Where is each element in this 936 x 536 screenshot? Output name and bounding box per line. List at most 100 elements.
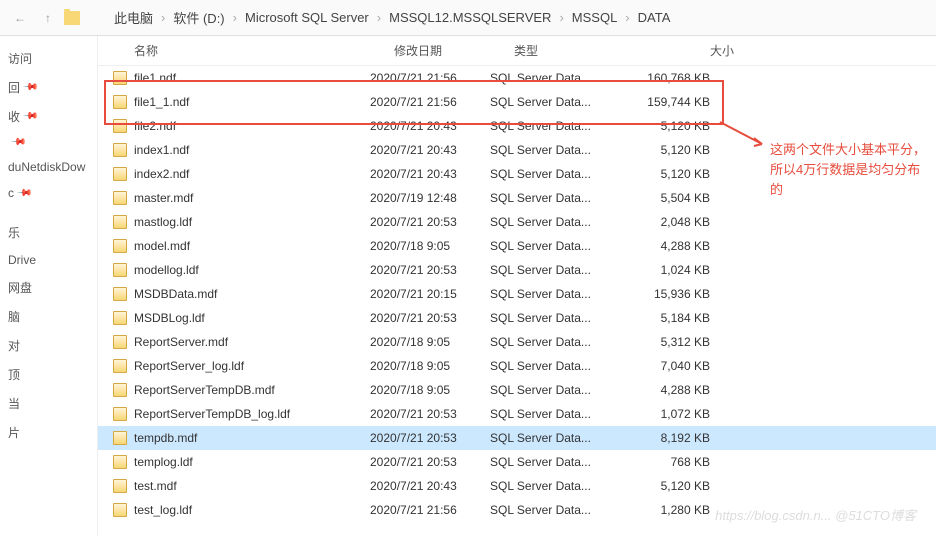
- file-row[interactable]: test.mdf2020/7/21 20:43SQL Server Data..…: [98, 474, 936, 498]
- breadcrumb-segment[interactable]: 此电脑: [114, 8, 153, 27]
- database-file-icon: [110, 358, 130, 374]
- file-row[interactable]: modellog.ldf2020/7/21 20:53SQL Server Da…: [98, 258, 936, 282]
- file-name: ReportServer.mdf: [134, 335, 228, 349]
- sidebar-item[interactable]: 回📌: [0, 73, 97, 102]
- file-size: 5,184 KB: [620, 311, 710, 325]
- sidebar: 访问回📌收📌📌duNetdiskDowc📌乐Drive网盘脑对顶当片: [0, 36, 98, 536]
- file-name-cell: ReportServerTempDB_log.ldf: [110, 406, 370, 422]
- file-row[interactable]: ReportServer.mdf2020/7/18 9:05SQL Server…: [98, 330, 936, 354]
- file-type: SQL Server Data...: [490, 287, 620, 301]
- file-row[interactable]: ReportServer_log.ldf2020/7/18 9:05SQL Se…: [98, 354, 936, 378]
- file-name: ReportServerTempDB_log.ldf: [134, 407, 290, 421]
- file-name: MSDBData.mdf: [134, 287, 217, 301]
- file-row[interactable]: templog.ldf2020/7/21 20:53SQL Server Dat…: [98, 450, 936, 474]
- sidebar-item[interactable]: 当: [0, 389, 97, 418]
- sidebar-item-label: 片: [8, 424, 20, 441]
- file-date: 2020/7/21 21:56: [370, 95, 490, 109]
- sidebar-item[interactable]: [0, 206, 97, 218]
- watermark: https://blog.csdn.n... @51CTO博客: [715, 505, 916, 524]
- file-row[interactable]: file1.ndf2020/7/21 21:56SQL Server Data.…: [98, 66, 936, 90]
- database-file-icon: [110, 406, 130, 422]
- sidebar-item[interactable]: 收📌: [0, 102, 97, 131]
- sidebar-item[interactable]: duNetdiskDow: [0, 154, 97, 180]
- file-row[interactable]: MSDBData.mdf2020/7/21 20:15SQL Server Da…: [98, 282, 936, 306]
- file-row[interactable]: tempdb.mdf2020/7/21 20:53SQL Server Data…: [98, 426, 936, 450]
- file-name: index2.ndf: [134, 167, 189, 181]
- file-date: 2020/7/21 21:56: [370, 503, 490, 517]
- breadcrumb-segment[interactable]: Microsoft SQL Server: [245, 10, 369, 25]
- pin-icon: 📌: [10, 134, 27, 151]
- file-name: file2.ndf: [134, 119, 176, 133]
- file-row[interactable]: ReportServerTempDB_log.ldf2020/7/21 20:5…: [98, 402, 936, 426]
- breadcrumb[interactable]: 此电脑›软件 (D:)›Microsoft SQL Server›MSSQL12…: [114, 8, 670, 27]
- file-size: 5,120 KB: [620, 143, 710, 157]
- header-size[interactable]: 大小: [644, 42, 734, 59]
- file-name-cell: templog.ldf: [110, 454, 370, 470]
- file-row[interactable]: mastlog.ldf2020/7/21 20:53SQL Server Dat…: [98, 210, 936, 234]
- file-size: 1,072 KB: [620, 407, 710, 421]
- file-name: ReportServer_log.ldf: [134, 359, 244, 373]
- sidebar-item-label: 乐: [8, 224, 20, 241]
- sidebar-item[interactable]: 片: [0, 418, 97, 447]
- sidebar-item-label: 顶: [8, 366, 20, 383]
- file-name: index1.ndf: [134, 143, 189, 157]
- database-file-icon: [110, 382, 130, 398]
- file-type: SQL Server Data...: [490, 383, 620, 397]
- file-name-cell: MSDBData.mdf: [110, 286, 370, 302]
- sidebar-item[interactable]: 对: [0, 331, 97, 360]
- file-name: master.mdf: [134, 191, 193, 205]
- database-file-icon: [110, 190, 130, 206]
- sidebar-item[interactable]: 访问: [0, 44, 97, 73]
- sidebar-item-label: 当: [8, 395, 20, 412]
- breadcrumb-segment[interactable]: 软件 (D:): [173, 8, 224, 27]
- file-name-cell: index1.ndf: [110, 142, 370, 158]
- file-name-cell: tempdb.mdf: [110, 430, 370, 446]
- file-name-cell: test_log.ldf: [110, 502, 370, 518]
- file-size: 5,120 KB: [620, 479, 710, 493]
- up-button[interactable]: ↑: [36, 6, 60, 30]
- breadcrumb-segment[interactable]: MSSQL12.MSSQLSERVER: [389, 10, 551, 25]
- file-type: SQL Server Data...: [490, 479, 620, 493]
- database-file-icon: [110, 478, 130, 494]
- header-name[interactable]: 名称: [134, 42, 394, 59]
- database-file-icon: [110, 238, 130, 254]
- file-name-cell: model.mdf: [110, 238, 370, 254]
- back-button[interactable]: ←: [8, 6, 32, 30]
- header-type[interactable]: 类型: [514, 42, 644, 59]
- chevron-right-icon: ›: [161, 10, 165, 25]
- file-size: 768 KB: [620, 455, 710, 469]
- chevron-right-icon: ›: [559, 10, 563, 25]
- file-row[interactable]: file2.ndf2020/7/21 20:43SQL Server Data.…: [98, 114, 936, 138]
- breadcrumb-segment[interactable]: MSSQL: [572, 10, 618, 25]
- sidebar-item[interactable]: 网盘: [0, 273, 97, 302]
- sidebar-item[interactable]: 📌: [0, 131, 97, 154]
- header-date[interactable]: 修改日期: [394, 42, 514, 59]
- annotation-text: 这两个文件大小基本平分，所以4万行数据是均匀分布的: [770, 140, 930, 200]
- sidebar-item[interactable]: c📌: [0, 180, 97, 206]
- file-size: 4,288 KB: [620, 239, 710, 253]
- file-type: SQL Server Data...: [490, 335, 620, 349]
- sidebar-item[interactable]: 乐: [0, 218, 97, 247]
- sidebar-item[interactable]: 顶: [0, 360, 97, 389]
- file-row[interactable]: file1_1.ndf2020/7/21 21:56SQL Server Dat…: [98, 90, 936, 114]
- file-type: SQL Server Data...: [490, 407, 620, 421]
- pin-icon: 📌: [22, 108, 39, 125]
- file-size: 1,280 KB: [620, 503, 710, 517]
- column-headers[interactable]: 名称 修改日期 类型 大小: [98, 36, 936, 66]
- file-date: 2020/7/21 20:43: [370, 479, 490, 493]
- sidebar-item[interactable]: 脑: [0, 302, 97, 331]
- sidebar-item-label: 访问: [8, 50, 32, 67]
- file-name-cell: ReportServer.mdf: [110, 334, 370, 350]
- file-row[interactable]: model.mdf2020/7/18 9:05SQL Server Data..…: [98, 234, 936, 258]
- file-size: 1,024 KB: [620, 263, 710, 277]
- file-size: 5,504 KB: [620, 191, 710, 205]
- file-date: 2020/7/19 12:48: [370, 191, 490, 205]
- file-row[interactable]: MSDBLog.ldf2020/7/21 20:53SQL Server Dat…: [98, 306, 936, 330]
- database-file-icon: [110, 70, 130, 86]
- file-date: 2020/7/21 20:53: [370, 263, 490, 277]
- file-row[interactable]: ReportServerTempDB.mdf2020/7/18 9:05SQL …: [98, 378, 936, 402]
- sidebar-item[interactable]: Drive: [0, 247, 97, 273]
- sidebar-item-label: duNetdiskDow: [8, 160, 85, 174]
- file-date: 2020/7/21 20:43: [370, 167, 490, 181]
- breadcrumb-segment[interactable]: DATA: [638, 10, 671, 25]
